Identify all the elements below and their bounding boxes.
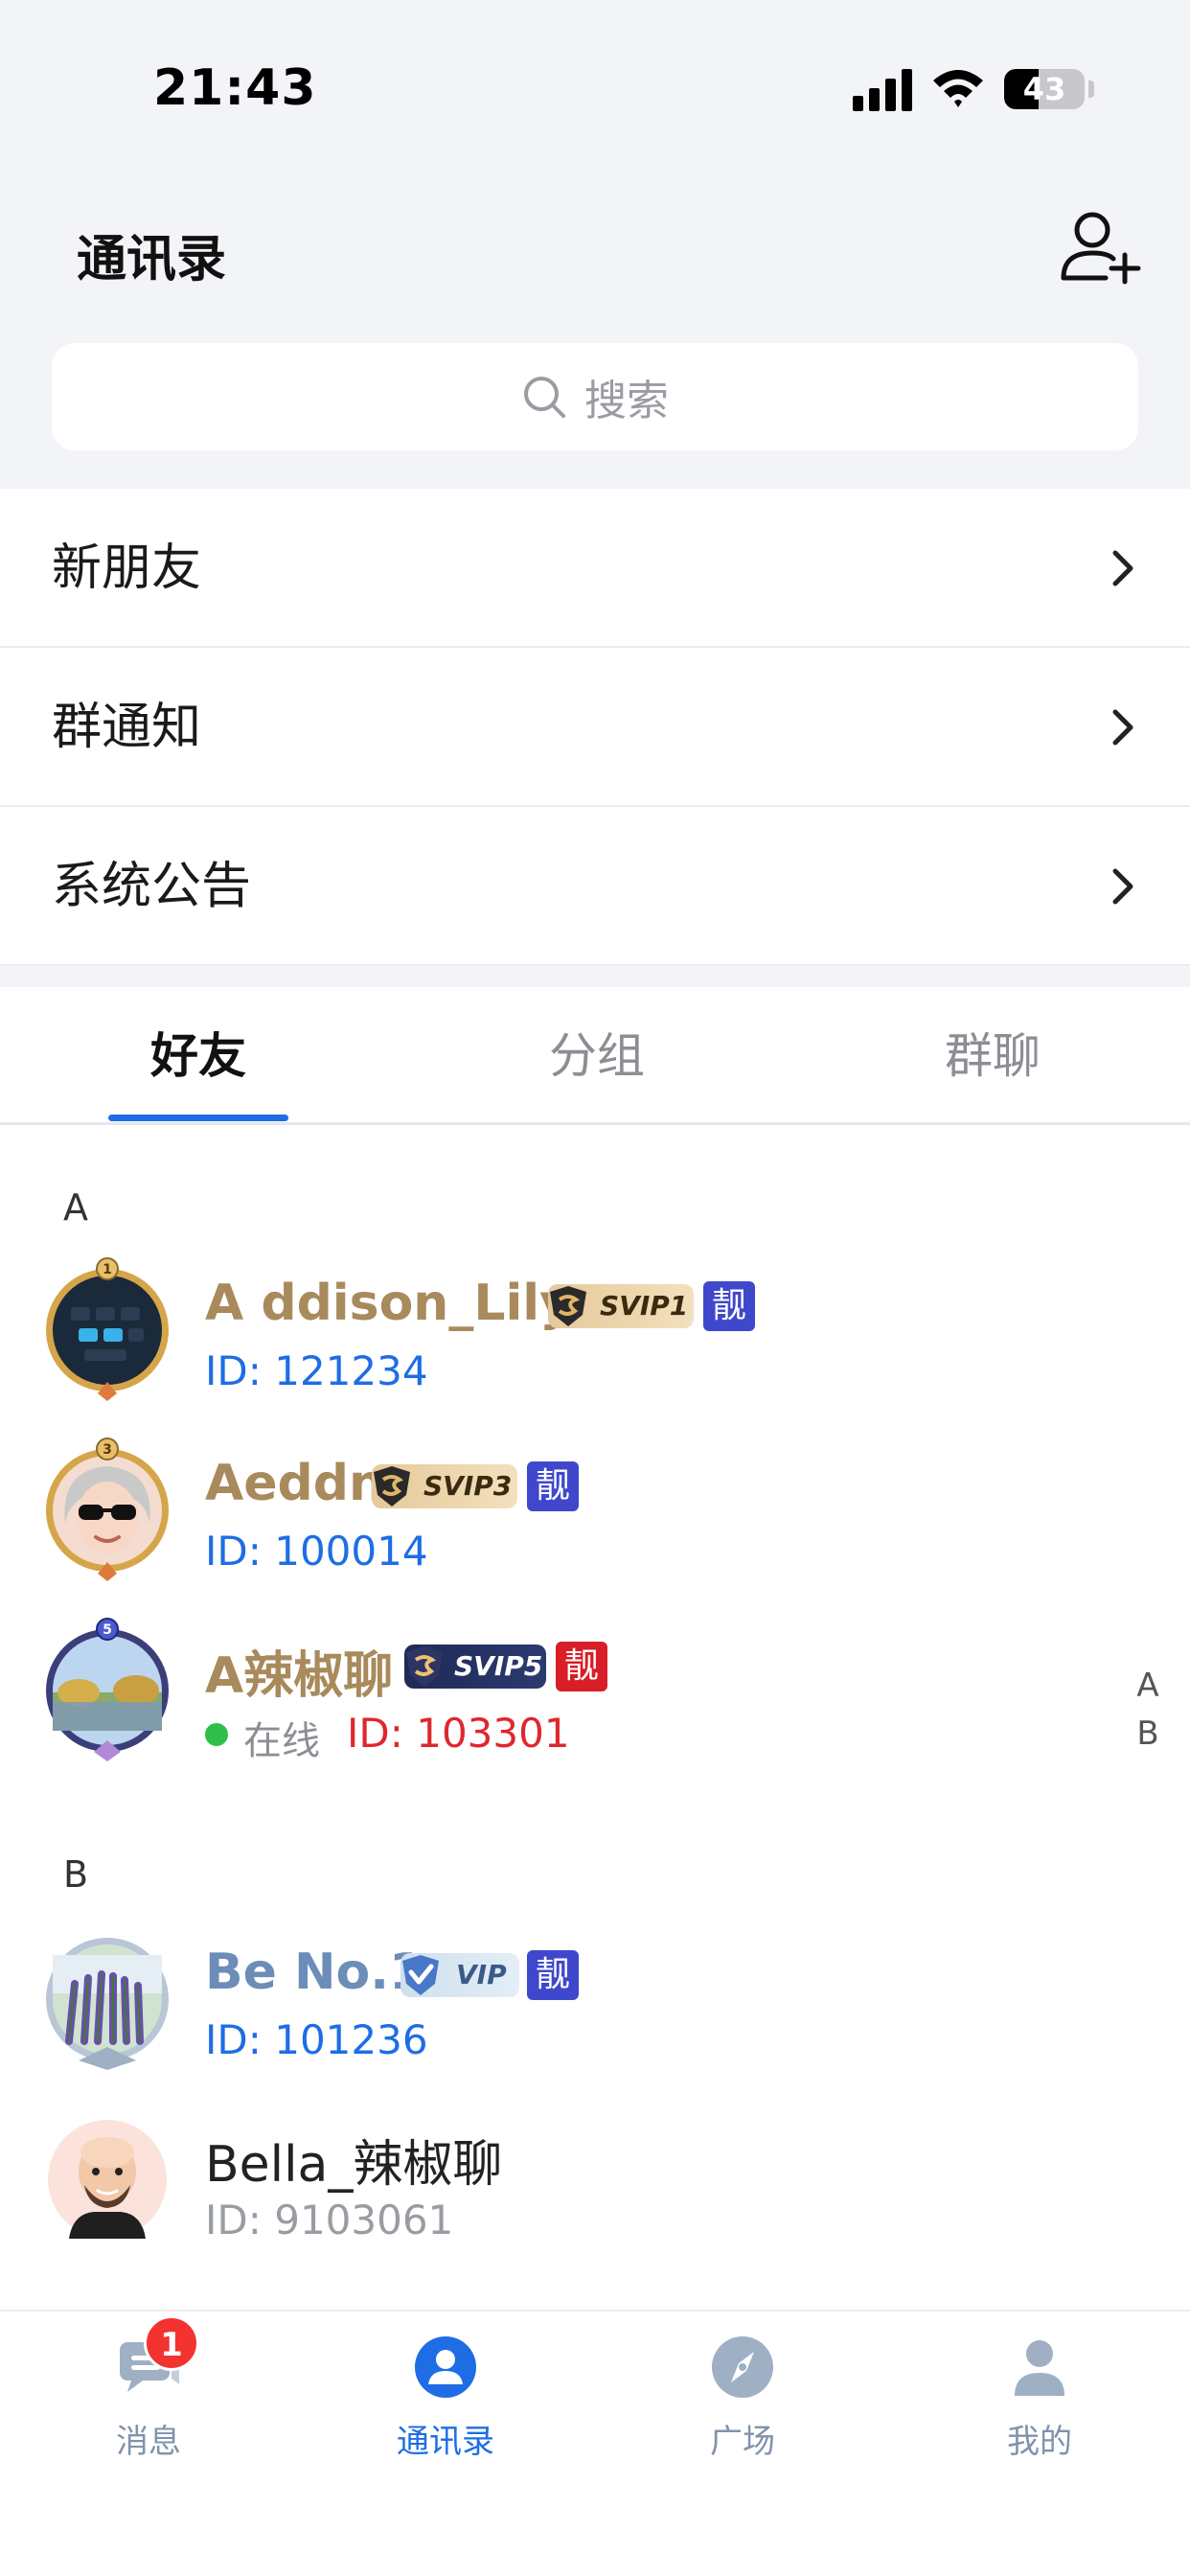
svip-badge: SVIP1: [548, 1284, 694, 1328]
contact-id: ID: 9103061: [205, 2196, 454, 2243]
contact-id: ID: 121234: [205, 1347, 428, 1394]
contact-name: A ddison_Lily: [205, 1275, 572, 1332]
compass-icon: [712, 2336, 773, 2398]
contact-id: ID: 101236: [205, 2016, 428, 2063]
vip-badge: VIP: [400, 1953, 519, 1997]
wifi-icon: [933, 70, 983, 107]
chevron-right-icon: [1112, 709, 1133, 746]
avatar: 5: [46, 1618, 169, 1761]
nav-label: 我的: [1007, 2423, 1072, 2461]
menu-label: 新朋友: [52, 540, 202, 597]
contact-tabs: 好友 分组 群聊: [0, 987, 1190, 1125]
profile-icon: [1015, 2340, 1064, 2396]
svip-label: SVIP5: [454, 1650, 543, 1682]
page-title: 通讯录: [77, 231, 227, 288]
contact-row[interactable]: 1 A ddison_Lily SVIP1 靓 ID: 121234: [0, 1246, 1190, 1418]
menu-new-friends[interactable]: 新朋友: [0, 489, 1190, 648]
menu-group-notice[interactable]: 群通知: [0, 648, 1190, 807]
contact-row[interactable]: Bella_辣椒聊 ID: 9103061: [0, 2095, 1190, 2267]
liang-badge: 靓: [527, 1950, 579, 2000]
contact-id: ID: 100014: [205, 1528, 428, 1575]
cellular-signal-icon: [853, 69, 912, 111]
contact-name: Aeddn: [205, 1455, 384, 1512]
status-bar: 21:43 43: [0, 0, 1190, 182]
battery-percent: 43: [1022, 71, 1066, 107]
search-input[interactable]: 搜索: [52, 343, 1138, 450]
liang-badge: 靓: [527, 1461, 579, 1511]
svg-text:3: 3: [103, 1442, 112, 1458]
battery-icon: 43: [1004, 69, 1085, 109]
liang-badge: 靓: [556, 1642, 607, 1691]
svg-text:1: 1: [103, 1262, 112, 1277]
svip-label: SVIP1: [600, 1290, 689, 1322]
search-placeholder: 搜索: [584, 377, 669, 426]
battery-tip: [1088, 80, 1094, 98]
contact-row[interactable]: 3 Aeddn SVIP3 靓 ID: 100014: [0, 1426, 1190, 1598]
chevron-right-icon: [1112, 868, 1133, 905]
contact-row[interactable]: Be No.1 VIP 靓 ID: 101236: [0, 1915, 1190, 2087]
nav-plaza[interactable]: 广场: [647, 2312, 838, 2474]
avatar: 3: [46, 1438, 169, 1581]
svip-badge: SVIP5: [404, 1644, 546, 1689]
svip-shield-icon: [550, 1286, 586, 1326]
contact-row[interactable]: 5 A辣椒聊 SVIP5 靓 在线 ID: 103301: [0, 1606, 1190, 1779]
alphabet-index-bar[interactable]: A B: [1131, 1662, 1165, 1758]
nav-label: 消息: [116, 2423, 181, 2461]
contact-id: ID: 103301: [347, 1710, 570, 1757]
chevron-right-icon: [1112, 550, 1133, 586]
avatar: [46, 1938, 169, 2070]
tab-friends[interactable]: 好友: [100, 987, 297, 1125]
section-header-a: A: [63, 1186, 88, 1229]
liang-badge: 靓: [703, 1281, 755, 1331]
search-icon: [524, 377, 565, 418]
tab-groups[interactable]: 分组: [498, 987, 696, 1125]
svip-badge: SVIP3: [372, 1464, 517, 1508]
tab-group-chats[interactable]: 群聊: [894, 987, 1091, 1125]
online-status-text: 在线: [243, 1719, 320, 1763]
online-status-dot: [205, 1723, 228, 1746]
svip-label: SVIP3: [423, 1470, 513, 1502]
unread-badge: 1: [144, 2315, 199, 2371]
nav-label: 通讯录: [397, 2423, 494, 2461]
contacts-icon: [415, 2336, 476, 2398]
menu-label: 系统公告: [52, 858, 252, 915]
active-tab-indicator: [108, 1115, 288, 1121]
search-inner: 搜索: [52, 343, 1138, 450]
nav-label: 广场: [710, 2423, 775, 2461]
nav-contacts[interactable]: 通讯录: [350, 2312, 541, 2474]
menu-system-announcement[interactable]: 系统公告: [0, 807, 1190, 966]
vip-label: VIP: [456, 1959, 507, 1990]
svip-shield-icon: [406, 1646, 443, 1687]
contact-name: A辣椒聊: [205, 1647, 394, 1705]
status-time: 21:43: [153, 59, 317, 117]
avatar: 1: [46, 1257, 169, 1401]
section-header-b: B: [63, 1853, 89, 1896]
nav-profile[interactable]: 我的: [944, 2312, 1135, 2474]
contact-name: Be No.1: [205, 1944, 424, 2001]
index-letter-b[interactable]: B: [1131, 1710, 1165, 1758]
section-gap: [0, 966, 1190, 987]
add-user-icon[interactable]: [1058, 205, 1144, 291]
svip-shield-icon: [374, 1466, 410, 1506]
menu-label: 群通知: [52, 699, 202, 756]
svg-text:5: 5: [103, 1622, 112, 1638]
contact-name: Bella_辣椒聊: [205, 2136, 503, 2194]
vip-shield-icon: [402, 1955, 439, 1995]
index-letter-a[interactable]: A: [1131, 1662, 1165, 1710]
avatar: [48, 2120, 167, 2239]
